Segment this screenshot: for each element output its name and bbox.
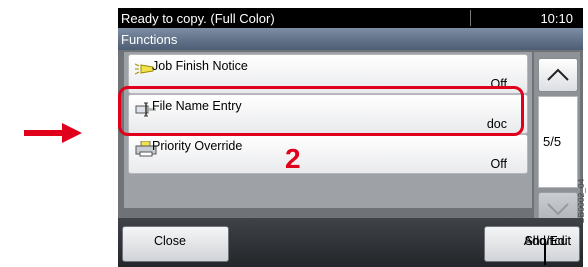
bottom-bar: Close Add/Edit Shortcut [118, 218, 583, 267]
step-number: 2 [285, 143, 301, 174]
scroll-up-button[interactable] [538, 58, 578, 92]
status-bar: Ready to copy. (Full Color) 10:10 [118, 8, 583, 28]
pointer-arrow-icon [24, 123, 82, 143]
highlight-frame [118, 86, 524, 136]
priority-override-item[interactable]: Priority Override Off [128, 134, 528, 174]
header-title: Functions [121, 32, 178, 47]
functions-header: Functions [118, 28, 583, 50]
clock: 10:10 [540, 11, 573, 26]
page-number: 5/5 [543, 134, 562, 149]
page-indicator: 5/5 [538, 96, 578, 188]
add-edit-shortcut-button[interactable]: Add/Edit Shortcut [484, 226, 580, 262]
item-label: Job Finish Notice [152, 59, 248, 73]
callout-line [544, 239, 546, 265]
close-button-label: Close [154, 234, 186, 248]
close-button[interactable]: Close [122, 226, 229, 262]
touch-panel: Ready to copy. (Full Color) 10:10 Functi… [118, 8, 583, 267]
figure-code: GB0002_04 [576, 178, 586, 224]
item-value: Off [490, 157, 507, 171]
item-label: Priority Override [152, 139, 243, 153]
status-message: Ready to copy. (Full Color) [121, 11, 275, 26]
chevron-up-icon [547, 68, 569, 81]
